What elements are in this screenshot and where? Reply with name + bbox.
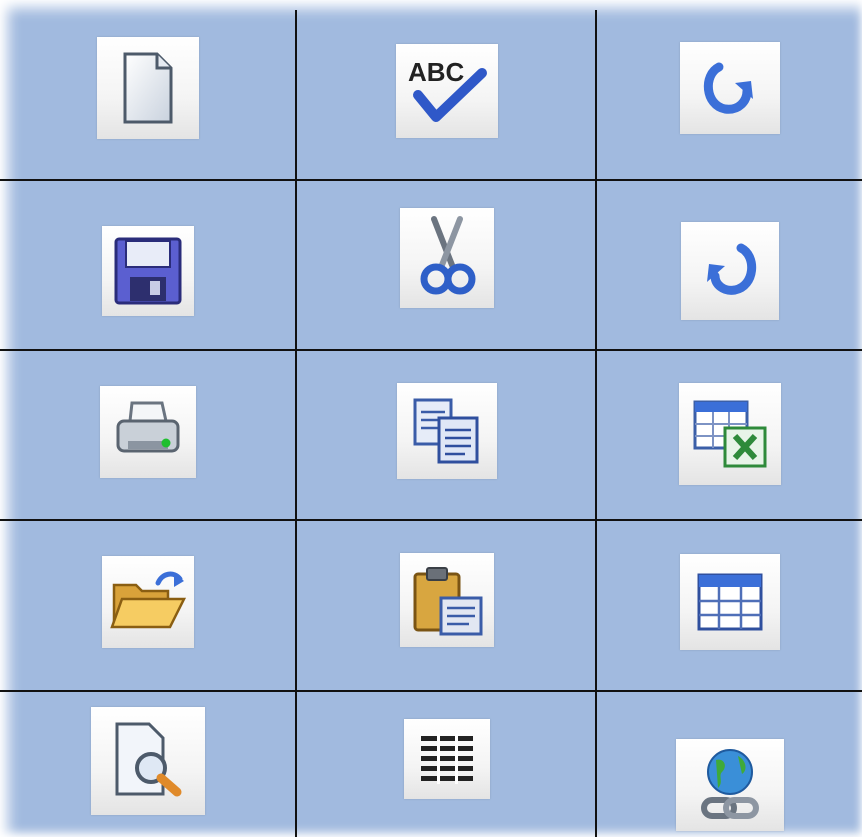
toolbar-icon-grid: ABC xyxy=(0,0,862,837)
paste-button[interactable] xyxy=(298,522,596,690)
redo-button[interactable] xyxy=(598,10,862,179)
cut-scissors-icon xyxy=(400,208,494,308)
new-document-icon xyxy=(97,36,199,139)
print-button[interactable] xyxy=(0,351,296,520)
redo-icon xyxy=(680,41,780,134)
undo-icon xyxy=(681,222,779,320)
save-button[interactable] xyxy=(0,181,296,349)
print-icon xyxy=(100,385,196,478)
export-excel-icon xyxy=(679,382,781,485)
table-icon xyxy=(680,554,780,650)
undo-button[interactable] xyxy=(598,181,862,349)
web-link-icon xyxy=(676,738,784,831)
copy-icon xyxy=(397,382,497,479)
copy-button[interactable] xyxy=(298,351,596,520)
grid-divider xyxy=(595,10,597,837)
table-button[interactable] xyxy=(598,522,862,690)
open-folder-button[interactable] xyxy=(0,522,296,690)
paste-icon xyxy=(400,553,494,647)
save-floppy-icon xyxy=(102,226,194,316)
cut-button[interactable] xyxy=(298,181,596,349)
open-folder-icon xyxy=(102,556,194,648)
spell-check-icon: ABC xyxy=(396,43,498,138)
spell-check-button[interactable]: ABC xyxy=(298,10,596,179)
new-document-button[interactable] xyxy=(0,10,296,179)
grid-divider xyxy=(295,10,297,837)
grid-divider xyxy=(0,519,862,521)
spell-check-label: ABC xyxy=(408,57,465,87)
export-excel-button[interactable] xyxy=(598,351,862,520)
grid-divider xyxy=(0,690,862,692)
print-preview-icon xyxy=(91,706,205,815)
list-view-button[interactable] xyxy=(298,692,596,837)
grid-divider xyxy=(0,179,862,181)
list-view-icon xyxy=(404,718,490,799)
print-preview-button[interactable] xyxy=(0,692,296,837)
grid-divider xyxy=(0,349,862,351)
web-link-button[interactable] xyxy=(598,692,862,837)
